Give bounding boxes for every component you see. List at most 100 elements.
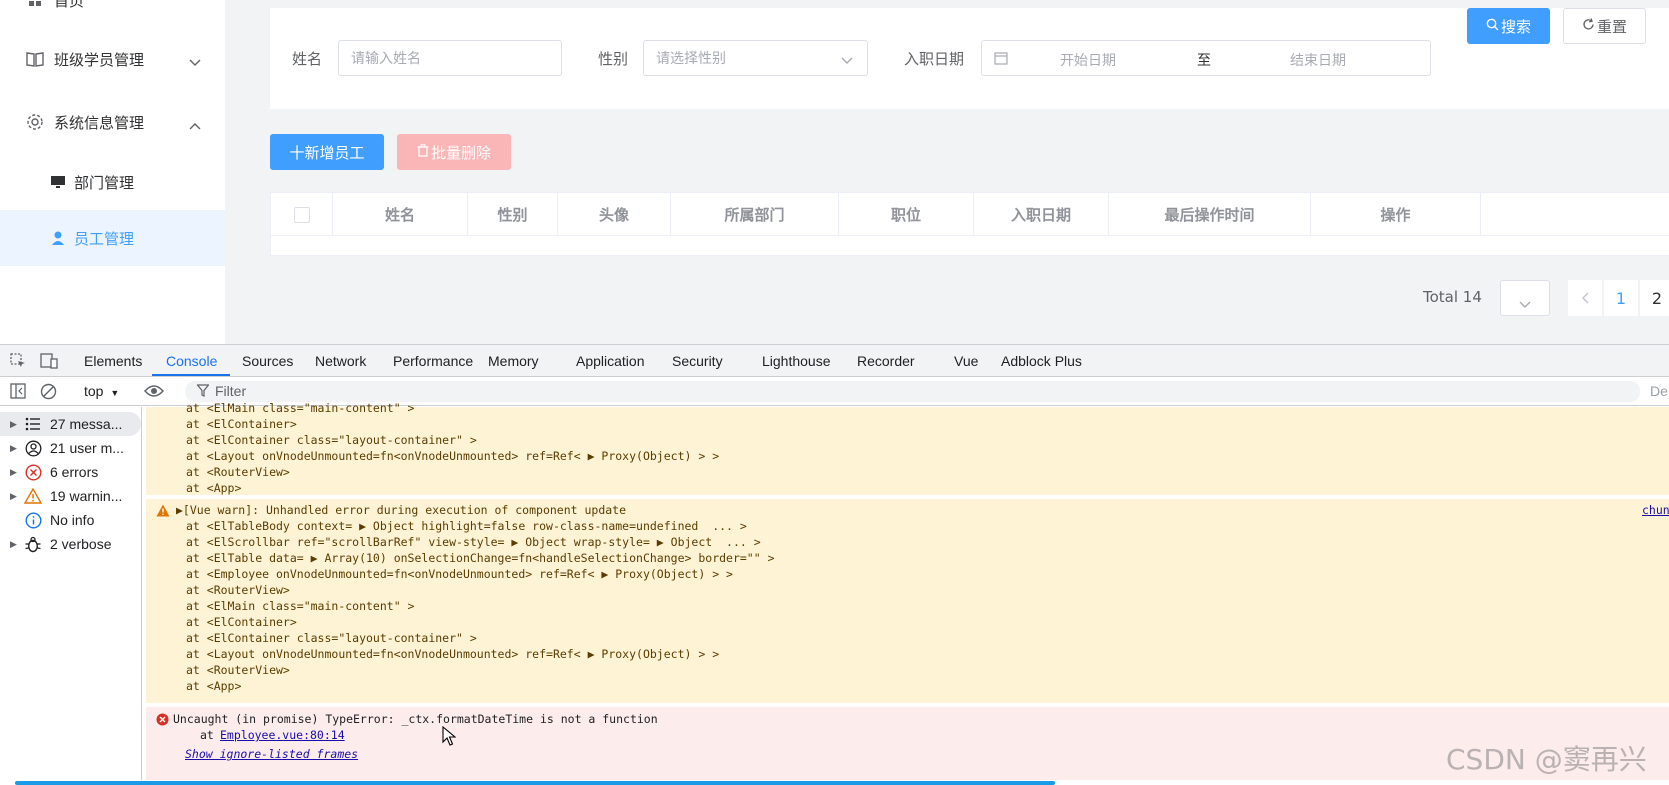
sidebar-item-departments[interactable]: 部门管理	[0, 154, 225, 210]
column-header[interactable]: 职位	[839, 193, 974, 236]
mouse-cursor-icon	[442, 725, 457, 750]
select-all-cell	[271, 193, 333, 236]
stack-line: at <RouterView>	[186, 663, 290, 677]
devtools-panel: Elements Console Sources Network Perform…	[0, 344, 1669, 785]
gender-select[interactable]: 请选择性别	[643, 40, 868, 76]
inspect-element-icon[interactable]	[10, 353, 26, 373]
sidebar-item-label: 27 messa...	[50, 416, 123, 432]
horizontal-scrollbar[interactable]	[0, 780, 1669, 785]
expand-triangle-icon: ▶	[10, 490, 17, 501]
hire-date-range[interactable]: 开始日期 至 结束日期	[981, 40, 1431, 76]
range-separator: 至	[1197, 53, 1211, 69]
tab-network[interactable]: Network	[315, 353, 366, 369]
sidebar-item-home[interactable]: 首页	[0, 0, 225, 28]
warning-header[interactable]: ▶[Vue warn]: Unhandled error during exec…	[176, 503, 626, 517]
tab-application[interactable]: Application	[576, 353, 645, 369]
devtools-tabbar: Elements Console Sources Network Perform…	[0, 345, 1669, 377]
name-input[interactable]: 请输入姓名	[338, 40, 562, 76]
page-2-button[interactable]: 2	[1640, 280, 1669, 316]
sidebar-item-label: 21 user m...	[50, 440, 124, 456]
caret-down-icon: ▼	[110, 388, 120, 398]
batch-delete-label: 批量删除	[430, 143, 491, 162]
stack-line: at <Employee onVnodeUnmounted=fn<onVnode…	[186, 567, 733, 581]
start-date-placeholder[interactable]: 开始日期	[1060, 50, 1116, 70]
expand-triangle-icon: ▶	[10, 442, 17, 453]
tab-vue[interactable]: Vue	[954, 353, 978, 369]
sidebar-toggle-icon[interactable]	[10, 383, 26, 402]
scrollbar-thumb[interactable]	[15, 781, 1055, 785]
console-warning-message[interactable]: ▶[Vue warn]: Unhandled error during exec…	[146, 499, 1669, 703]
refresh-icon	[1582, 17, 1595, 35]
default-levels-dropdown[interactable]: De	[1650, 383, 1668, 399]
gender-label: 性别	[598, 50, 629, 68]
tab-console[interactable]: Console	[166, 353, 217, 369]
tab-sources[interactable]: Sources	[242, 353, 293, 369]
batch-delete-button[interactable]: 批量删除	[397, 134, 511, 170]
sidebar-item-label: 19 warnin...	[50, 488, 123, 504]
gear-icon	[26, 113, 44, 131]
add-employee-button[interactable]: 十新增员工	[270, 134, 384, 170]
column-header[interactable]: 入职日期	[974, 193, 1109, 236]
console-sidebar: ▶ 27 messa... ▶ 21 user m... ▶ 6 errors …	[0, 407, 142, 785]
clear-console-icon[interactable]	[40, 383, 57, 403]
tab-lighthouse[interactable]: Lighthouse	[762, 353, 831, 369]
search-button-label: 搜索	[1500, 17, 1531, 36]
console-error-message[interactable]: Uncaught (in promise) TypeError: _ctx.fo…	[146, 707, 1669, 780]
sidebar-item-errors[interactable]: ▶ 6 errors	[0, 460, 141, 484]
stack-line: at <ElScrollbar ref="scrollBarRef" view-…	[186, 535, 761, 549]
tab-memory[interactable]: Memory	[488, 353, 539, 369]
chevron-down-icon	[189, 53, 201, 71]
warning-icon	[24, 487, 42, 505]
sidebar-item-label: No info	[50, 512, 95, 528]
tab-performance[interactable]: Performance	[393, 353, 473, 369]
sidebar-item-employees[interactable]: 员工管理	[0, 210, 225, 266]
reset-button[interactable]: 重置	[1563, 8, 1646, 44]
sidebar-item-verbose[interactable]: ▶ 2 verbose	[0, 532, 141, 556]
name-placeholder: 请输入姓名	[351, 51, 421, 67]
eye-icon[interactable]	[144, 384, 164, 401]
column-header[interactable]: 头像	[558, 193, 671, 236]
pagination-total: Total 14	[1423, 288, 1482, 306]
chevron-down-icon	[1519, 294, 1531, 313]
sidebar-item-label: 6 errors	[50, 464, 99, 480]
tab-recorder[interactable]: Recorder	[857, 353, 915, 369]
error-source-link[interactable]: Employee.vue:80:14	[220, 728, 345, 742]
end-date-placeholder[interactable]: 结束日期	[1290, 50, 1346, 70]
filter-input[interactable]: Filter	[185, 381, 1640, 402]
column-header[interactable]: 操作	[1311, 193, 1481, 236]
info-icon	[24, 511, 42, 529]
expand-triangle-icon: ▶	[10, 538, 17, 549]
stack-line: at <App>	[186, 481, 242, 495]
sidebar-item-label: 系统信息管理	[54, 113, 145, 132]
device-toolbar-icon[interactable]	[40, 353, 58, 373]
source-link[interactable]: chun	[1642, 503, 1669, 517]
sidebar-item-warnings[interactable]: ▶ 19 warnin...	[0, 484, 141, 508]
sidebar-item-messages[interactable]: ▶ 27 messa...	[0, 412, 141, 436]
sidebar-item-label: 部门管理	[74, 173, 135, 192]
sidebar-item-info[interactable]: No info	[0, 508, 141, 532]
sidebar-item-label: 班级学员管理	[54, 50, 145, 69]
sidebar-item-user-messages[interactable]: ▶ 21 user m...	[0, 436, 141, 460]
error-icon	[24, 463, 42, 481]
page-1-button[interactable]: 1	[1604, 280, 1638, 316]
stack-line: at <Layout onVnodeUnmounted=fn<onVnodeUn…	[186, 647, 720, 661]
user-icon	[50, 230, 66, 246]
sidebar-item-class-students[interactable]: 班级学员管理	[0, 31, 225, 87]
column-header[interactable]: 姓名	[333, 193, 468, 236]
filter-icon	[196, 384, 210, 400]
column-header[interactable]: 最后操作时间	[1109, 193, 1311, 236]
search-button[interactable]: 搜索	[1467, 8, 1550, 44]
show-ignore-listed-frames-link[interactable]: Show ignore-listed frames	[185, 747, 358, 761]
page-size-select[interactable]	[1500, 280, 1550, 316]
prev-page-button[interactable]	[1568, 280, 1602, 316]
tab-security[interactable]: Security	[672, 353, 723, 369]
expand-triangle-icon: ▶	[10, 418, 17, 429]
select-all-checkbox[interactable]	[293, 206, 310, 223]
tab-adblock-plus[interactable]: Adblock Plus	[1001, 353, 1082, 369]
sidebar-item-system-info[interactable]: 系统信息管理	[0, 94, 225, 150]
context-selector[interactable]: top ▼	[84, 383, 119, 399]
column-header[interactable]: 性别	[468, 193, 558, 236]
sidebar-item-label: 2 verbose	[50, 536, 112, 552]
column-header[interactable]: 所属部门	[671, 193, 839, 236]
tab-elements[interactable]: Elements	[84, 353, 142, 369]
